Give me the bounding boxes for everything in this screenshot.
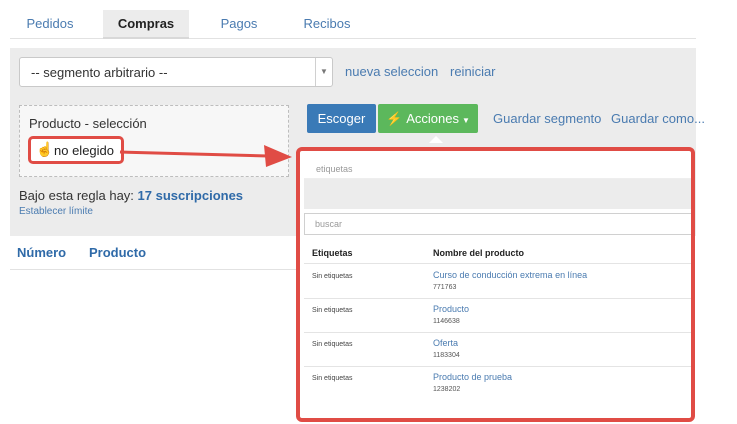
divider bbox=[304, 366, 691, 367]
divider bbox=[304, 298, 691, 299]
product-id: 1238202 bbox=[433, 386, 461, 393]
product-link[interactable]: Oferta bbox=[433, 338, 458, 348]
product-link[interactable]: Producto de prueba bbox=[433, 372, 512, 382]
divider bbox=[304, 332, 691, 333]
divider bbox=[304, 263, 691, 264]
row-tags: Sin etiquetas bbox=[312, 375, 353, 382]
column-product-name: Nombre del producto bbox=[433, 248, 525, 258]
search-input[interactable]: buscar bbox=[304, 213, 691, 235]
product-id: 1146638 bbox=[433, 318, 460, 325]
row-tags: Sin etiquetas bbox=[312, 307, 353, 314]
product-id: 1183304 bbox=[433, 352, 460, 359]
product-link[interactable]: Producto bbox=[433, 304, 469, 314]
filter-band bbox=[304, 179, 691, 209]
product-id: 771763 bbox=[433, 284, 457, 291]
product-link[interactable]: Curso de conducción extrema en línea bbox=[433, 270, 587, 280]
column-tags: Etiquetas bbox=[312, 248, 353, 258]
row-tags: Sin etiquetas bbox=[312, 273, 353, 280]
row-tags: Sin etiquetas bbox=[312, 341, 353, 348]
tags-filter-input[interactable]: etiquetas bbox=[304, 159, 691, 179]
product-picker-dropdown: etiquetas buscar Etiquetas Nombre del pr… bbox=[296, 147, 695, 422]
